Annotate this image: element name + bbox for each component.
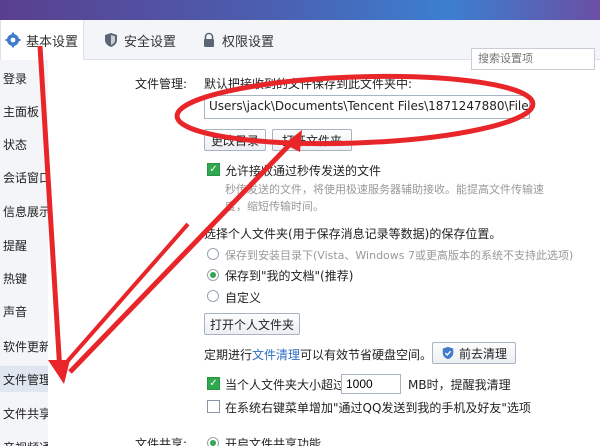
sidebar-item-file-management[interactable]: 文件管理	[0, 366, 48, 392]
sidebar-item-software-update[interactable]: 软件更新	[3, 333, 48, 359]
enable-sharing-label: 开启文件共享功能	[225, 437, 322, 446]
gear-icon	[5, 32, 21, 48]
red-arrowhead-down	[48, 360, 70, 384]
go-cleanup-button[interactable]: 前去清理	[432, 342, 516, 364]
search-input[interactable]	[471, 48, 595, 70]
personal-folder-title: 选择个人文件夹(用于保存消息记录等数据)的保存位置。	[204, 227, 502, 241]
allow-sec-transfer-description: 秒传发送的文件，将使用极速服务器辅助接收。能提高文件传输速	[225, 183, 544, 196]
save-location-description: 默认把接收到的文件保存到此文件夹中:	[204, 77, 413, 91]
open-folder-button[interactable]: 打开文件夹	[272, 129, 352, 151]
tab-security-settings[interactable]: 安全设置	[103, 20, 193, 60]
radio-custom[interactable]	[207, 290, 219, 302]
change-directory-button[interactable]: 更改目录	[204, 129, 266, 151]
radio-custom-label: 自定义	[225, 291, 262, 305]
enable-sharing-radio[interactable]	[207, 437, 219, 446]
radio-my-documents[interactable]	[207, 269, 219, 281]
lock-icon	[204, 32, 214, 47]
sidebar-item-reminder[interactable]: 提醒	[3, 232, 48, 258]
tab-basic-settings[interactable]: 基本设置	[0, 20, 84, 60]
sidebar-item-file-sharing[interactable]: 文件共享	[3, 400, 48, 426]
sidebar: 登录 主面板 状态 会话窗口 信息展示 提醒 热键 声音 软件更新 文件管理 文…	[0, 60, 48, 446]
sidebar-item-status[interactable]: 状态	[3, 131, 48, 157]
sidebar-item-login[interactable]: 登录	[3, 65, 48, 91]
section-label-file-sharing: 文件共享:	[135, 437, 188, 446]
checkmark-icon: ✓	[209, 163, 218, 175]
top-tab-bar: 基本设置 安全设置 权限设置	[0, 20, 600, 70]
cleanup-hint: 定期进行文件清理可以有效节省硬盘空间。	[204, 346, 432, 363]
shield-check-icon	[442, 346, 454, 360]
shield-icon	[105, 33, 117, 47]
cleanup-prefix: 定期进行	[204, 348, 253, 362]
tab-label: 安全设置	[124, 34, 177, 50]
tab-label: 权限设置	[222, 34, 275, 50]
size-warning-checkbox[interactable]: ✓	[207, 377, 220, 390]
sidebar-item-chat-window[interactable]: 会话窗口	[3, 164, 48, 190]
go-cleanup-label: 前去清理	[458, 346, 507, 361]
red-arrow-mid	[56, 222, 190, 374]
file-cleanup-link[interactable]: 文件清理	[252, 348, 300, 362]
window-title-strip	[0, 0, 600, 20]
receive-folder-path-field[interactable]: Users\jack\Documents\Tencent Files\18712…	[204, 95, 530, 119]
radio-my-documents-label: 保存到"我的文档"(推荐)	[225, 269, 354, 283]
sidebar-item-main-panel[interactable]: 主面板	[3, 98, 48, 124]
size-warning-prefix: 当个人文件夹大小超过	[225, 378, 346, 392]
section-label-file-management: 文件管理:	[135, 77, 188, 91]
radio-install-dir-label: 保存到安装目录下(Vista、Windows 7或更高版本的系统不支持此选项)	[225, 249, 574, 262]
allow-sec-transfer-description-2: 度，缩短传输时间。	[225, 200, 324, 213]
sidebar-item-av-call[interactable]: 音视频通话	[3, 434, 48, 446]
context-menu-checkbox[interactable]	[207, 400, 220, 413]
open-personal-folder-button[interactable]: 打开个人文件夹	[204, 313, 300, 335]
allow-sec-transfer-label: 允许接收通过秒传发送的文件	[225, 164, 382, 178]
size-limit-input[interactable]	[341, 374, 401, 394]
sidebar-item-sound[interactable]: 声音	[3, 298, 48, 324]
tab-label: 基本设置	[26, 34, 79, 50]
context-menu-label: 在系统右键菜单增加"通过QQ发送到我的手机及好友"选项	[225, 401, 531, 415]
sidebar-item-info-display[interactable]: 信息展示	[3, 198, 48, 224]
size-warning-suffix: MB时，提醒我清理	[408, 378, 511, 392]
tab-permission-settings[interactable]: 权限设置	[201, 20, 291, 60]
sidebar-item-hotkey[interactable]: 热键	[3, 265, 48, 291]
allow-sec-transfer-checkbox[interactable]: ✓	[207, 163, 220, 176]
cleanup-suffix: 可以有效节省硬盘空间。	[300, 348, 433, 362]
radio-install-dir[interactable]	[207, 248, 219, 260]
checkmark-icon: ✓	[209, 377, 218, 389]
